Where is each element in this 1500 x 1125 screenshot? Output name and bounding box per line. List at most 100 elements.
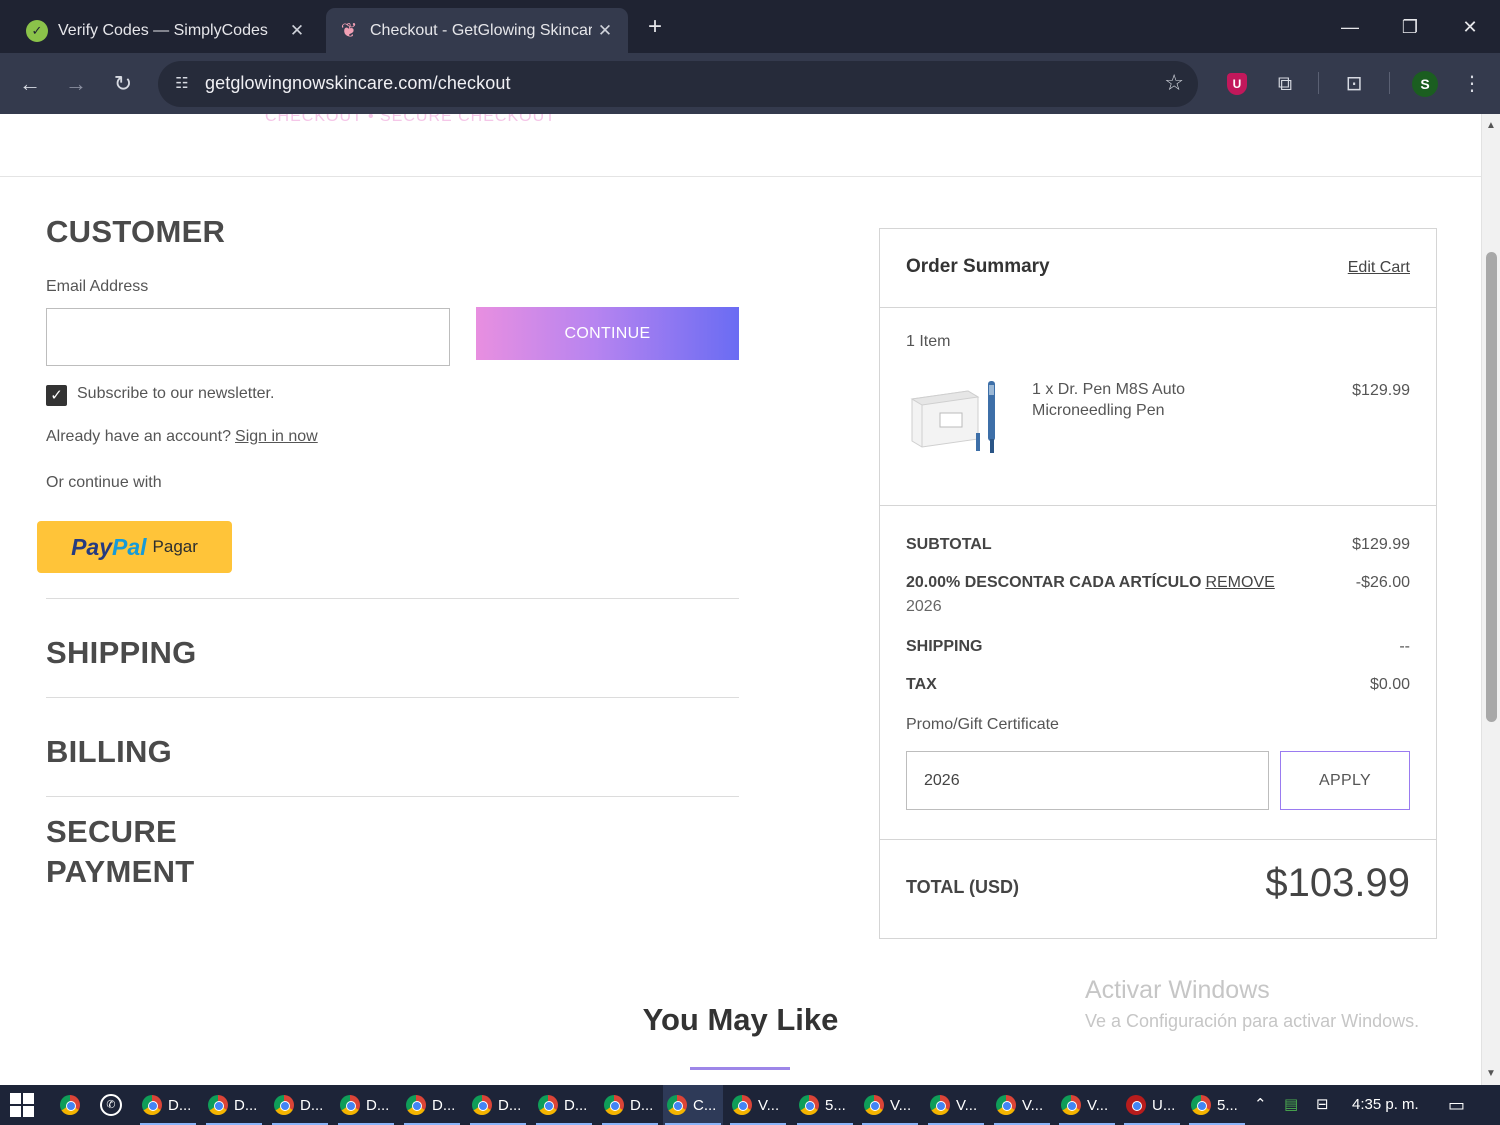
reading-mode-icon[interactable]: ⊡ xyxy=(1337,67,1371,101)
bookmark-star-icon[interactable]: ☆ xyxy=(1164,70,1184,96)
taskbar-app-button[interactable]: D... xyxy=(600,1085,660,1125)
apply-button[interactable]: APPLY xyxy=(1280,751,1410,810)
clock[interactable]: 4:35 p. m. xyxy=(1352,1085,1419,1125)
app-icon xyxy=(864,1095,884,1115)
taskbar-app-button[interactable]: D... xyxy=(468,1085,528,1125)
edit-cart-link[interactable]: Edit Cart xyxy=(1348,259,1410,277)
tax-label: TAX xyxy=(906,676,937,693)
close-tab-icon[interactable]: ✕ xyxy=(592,21,618,41)
close-window-icon[interactable]: ✕ xyxy=(1448,10,1492,44)
app-icon xyxy=(538,1095,558,1115)
scrollbar-thumb[interactable] xyxy=(1486,252,1497,722)
subtotal-value: $129.99 xyxy=(1352,536,1410,553)
paypal-button[interactable]: Pay Pal Pagar xyxy=(37,521,232,573)
paypal-logo-pal: Pal xyxy=(112,533,147,560)
taskbar-app-button[interactable]: D... xyxy=(270,1085,330,1125)
ublock-extension-icon[interactable]: U xyxy=(1220,67,1254,101)
windows-start-icon[interactable] xyxy=(10,1093,34,1117)
back-icon[interactable]: ← xyxy=(12,66,48,102)
taskbar-app-button[interactable]: V... xyxy=(992,1085,1052,1125)
discount-code: 2026 xyxy=(906,598,942,615)
shipping-heading[interactable]: SHIPPING xyxy=(46,633,197,673)
taskbar-app-label: 5... xyxy=(825,1096,846,1114)
section-divider xyxy=(46,697,739,698)
taskbar-app-label: D... xyxy=(168,1096,192,1114)
new-tab-button[interactable]: + xyxy=(640,12,670,42)
shipping-value: -- xyxy=(1399,638,1410,655)
app-icon xyxy=(1191,1095,1211,1115)
taskbar-app-label: V... xyxy=(890,1096,912,1114)
app-icon xyxy=(406,1095,426,1115)
taskbar-app-button[interactable]: C... xyxy=(663,1085,723,1125)
scroll-up-icon[interactable]: ▲ xyxy=(1486,120,1496,131)
tray-chevron-icon[interactable]: ⌃ xyxy=(1254,1085,1267,1125)
remove-discount-link[interactable]: REMOVE xyxy=(1205,574,1274,591)
close-tab-icon[interactable]: ✕ xyxy=(284,21,310,41)
taskbar-app-label: D... xyxy=(366,1096,390,1114)
taskbar-app-label: U... xyxy=(1152,1096,1176,1114)
address-bar[interactable]: ☷ getglowingnowskincare.com/checkout ☆ xyxy=(158,61,1198,107)
windows-taskbar: ✆ D... D... D... D... D... D... D... D... C... V.… xyxy=(0,1085,1500,1125)
app-icon xyxy=(604,1095,624,1115)
product-price: $129.99 xyxy=(1352,382,1410,399)
taskbar-app-button[interactable]: D... xyxy=(402,1085,462,1125)
taskbar-app-button[interactable]: V... xyxy=(926,1085,986,1125)
email-field[interactable] xyxy=(46,308,450,366)
secure-payment-heading-line1[interactable]: SECURE xyxy=(46,812,177,852)
newsletter-label[interactable]: Subscribe to our newsletter. xyxy=(77,385,274,403)
taskbar-chrome-icon[interactable] xyxy=(60,1085,80,1125)
taskbar-whatsapp-icon[interactable]: ✆ xyxy=(100,1085,122,1125)
discount-value: -$26.00 xyxy=(1355,574,1410,591)
secure-payment-heading-line2[interactable]: PAYMENT xyxy=(46,852,195,892)
tax-value: $0.00 xyxy=(1369,676,1410,693)
minimize-icon[interactable]: — xyxy=(1328,10,1372,44)
customer-heading: CUSTOMER xyxy=(46,214,226,249)
browser-tab-bar: ✓ Verify Codes — SimplyCodes ✕ ❦ Checkou… xyxy=(0,0,1500,53)
network-icon[interactable]: ⊟ xyxy=(1316,1085,1329,1125)
product-image xyxy=(910,381,995,453)
taskbar-app-label: D... xyxy=(630,1096,654,1114)
already-account-label: Already have an account? xyxy=(46,428,232,445)
site-info-icon[interactable]: ☷ xyxy=(166,68,198,100)
continue-button[interactable]: CONTINUE xyxy=(476,307,739,360)
menu-kebab-icon[interactable]: ⋮ xyxy=(1455,67,1489,101)
windows-activation-watermark: Activar Windows Ve a Configuración para … xyxy=(1085,976,1419,1032)
taskbar-app-button[interactable]: V... xyxy=(1057,1085,1117,1125)
newsletter-checkbox[interactable]: ✓ xyxy=(46,385,67,406)
restore-icon[interactable]: ❐ xyxy=(1388,10,1432,44)
order-summary-panel: Order Summary Edit Cart 1 Item 1 x Dr. P… xyxy=(879,228,1437,939)
billing-heading[interactable]: BILLING xyxy=(46,732,172,772)
app-icon xyxy=(142,1095,162,1115)
taskbar-app-button[interactable]: D... xyxy=(204,1085,264,1125)
taskbar-app-label: D... xyxy=(234,1096,258,1114)
summary-divider xyxy=(880,839,1436,840)
taskbar-app-button[interactable]: V... xyxy=(860,1085,920,1125)
toolbar-divider xyxy=(1389,72,1390,94)
paypal-action-label: Pagar xyxy=(152,537,198,556)
promo-code-field[interactable] xyxy=(906,751,1269,810)
taskbar-app-button[interactable]: D... xyxy=(336,1085,396,1125)
taskbar-app-button[interactable]: U... xyxy=(1122,1085,1182,1125)
or-continue-label: Or continue with xyxy=(46,474,162,491)
taskbar-app-button[interactable]: D... xyxy=(138,1085,198,1125)
app-icon xyxy=(1126,1095,1146,1115)
url-text[interactable]: getglowingnowskincare.com/checkout xyxy=(205,73,511,94)
scroll-down-icon[interactable]: ▼ xyxy=(1486,1068,1496,1079)
paypal-logo-pay: Pay xyxy=(71,533,113,560)
tab-simplycodes[interactable]: ✓ Verify Codes — SimplyCodes ✕ xyxy=(10,8,320,53)
extensions-puzzle-icon[interactable]: ⧉ xyxy=(1268,67,1302,101)
taskbar-app-button[interactable]: D... xyxy=(534,1085,594,1125)
notifications-icon[interactable]: ▭ xyxy=(1448,1085,1465,1125)
reload-icon[interactable]: ↻ xyxy=(105,66,141,102)
header-faded-text: CHECKOUT • SECURE CHECKOUT xyxy=(265,114,556,125)
page-scrollbar[interactable]: ▲ ▼ xyxy=(1481,114,1500,1085)
total-label: TOTAL (USD) xyxy=(906,877,1019,897)
taskbar-app-button[interactable]: V... xyxy=(728,1085,788,1125)
tab-checkout[interactable]: ❦ Checkout - GetGlowing Skincare ✕ xyxy=(326,8,628,53)
taskbar-app-button[interactable]: 5... xyxy=(1187,1085,1247,1125)
profile-avatar[interactable]: S xyxy=(1408,67,1442,101)
taskbar-app-button[interactable]: 5... xyxy=(795,1085,855,1125)
sign-in-link[interactable]: Sign in now xyxy=(235,428,318,445)
forward-icon[interactable]: → xyxy=(58,66,94,102)
tray-monitor-icon[interactable]: ▤ xyxy=(1284,1085,1298,1125)
